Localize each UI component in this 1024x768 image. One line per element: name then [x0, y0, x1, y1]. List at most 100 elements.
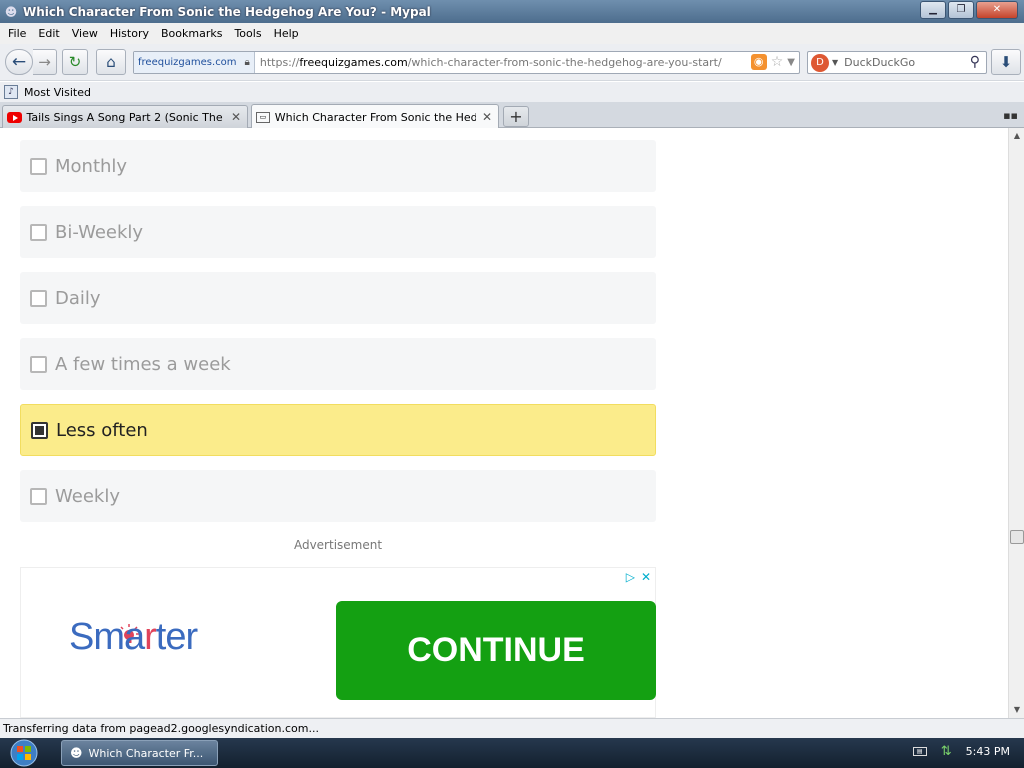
- bookmarks-toolbar: ♪ Most Visited: [0, 82, 1024, 102]
- clock[interactable]: 5:43 PM: [966, 745, 1010, 758]
- checkbox-checked-icon[interactable]: [31, 421, 48, 439]
- continue-button[interactable]: CONTINUE: [336, 601, 656, 700]
- option-label: Weekly: [55, 485, 120, 507]
- reload-icon: ↻: [68, 53, 82, 71]
- window-controls: ▁ ❐ ✕: [920, 1, 1018, 19]
- ad-choices-icon[interactable]: ▷: [626, 570, 635, 584]
- tab-tails-song[interactable]: Tails Sings A Song Part 2 (Sonic The He.…: [2, 105, 248, 128]
- close-tab-icon[interactable]: ✕: [231, 110, 241, 124]
- taskbar: ☻ Which Character Fr... ▤ ⇅ 5:43 PM: [0, 738, 1024, 768]
- checkbox-icon[interactable]: [30, 487, 47, 505]
- ad-logo-text: ter: [155, 616, 198, 658]
- site-identity-button[interactable]: freequizgames.com 🔒︎: [134, 52, 255, 73]
- back-arrow-icon: ←: [11, 52, 27, 72]
- close-button[interactable]: ✕: [976, 1, 1018, 19]
- network-icon[interactable]: ⇅: [941, 744, 952, 759]
- home-icon: ⌂: [106, 53, 116, 71]
- forward-arrow-icon: →: [38, 53, 51, 71]
- reload-button[interactable]: ↻: [62, 49, 88, 75]
- scroll-down-icon[interactable]: ▼: [1009, 702, 1024, 718]
- option-label: Monthly: [55, 155, 128, 177]
- checkbox-icon[interactable]: [30, 223, 47, 241]
- search-input[interactable]: DuckDuckGo: [844, 56, 915, 69]
- url-bar-icons: ◉ ☆ ▼: [750, 54, 795, 70]
- scrollbar-thumb[interactable]: [1010, 530, 1024, 544]
- title-bar: ☻ Which Character From Sonic the Hedgeho…: [0, 0, 1024, 23]
- option-label: Daily: [55, 287, 101, 309]
- option-label: A few times a week: [55, 353, 231, 375]
- navigation-toolbar: ← → ↻ ⌂ freequizgames.com 🔒︎ https://fre…: [0, 44, 1024, 81]
- ad-logo-text: r: [144, 616, 157, 658]
- forward-button[interactable]: →: [33, 49, 57, 75]
- back-button[interactable]: ←: [5, 49, 33, 75]
- close-tab-icon[interactable]: ✕: [482, 110, 492, 124]
- checkbox-icon[interactable]: [30, 157, 47, 175]
- search-bar[interactable]: D ▼ DuckDuckGo ⚲: [807, 51, 987, 74]
- raccoon-icon: ☻: [70, 746, 83, 760]
- menu-history[interactable]: History: [104, 27, 155, 40]
- url-scheme: https://: [259, 56, 300, 69]
- ad-logo: Smarter: [69, 616, 198, 659]
- url-history-dropdown-icon[interactable]: ▼: [787, 57, 795, 68]
- system-tray: ▤ ⇅ 5:43 PM: [912, 744, 1010, 759]
- menu-view[interactable]: View: [66, 27, 104, 40]
- advertisement-banner[interactable]: ▷ ✕ Smarter CONTINUE: [20, 567, 656, 718]
- url-text[interactable]: https://freequizgames.com/which-characte…: [255, 56, 725, 69]
- lock-icon: 🔒︎: [244, 57, 250, 68]
- downloads-button[interactable]: ⬇: [991, 49, 1021, 75]
- tab-label: Which Character From Sonic the Hedg...: [274, 110, 476, 124]
- maximize-button[interactable]: ❐: [948, 1, 974, 19]
- url-host: freequizgames.com: [299, 56, 408, 69]
- quiz-option-few-times-a-week[interactable]: A few times a week: [20, 338, 656, 390]
- taskbar-item-mypal[interactable]: ☻ Which Character Fr...: [61, 740, 218, 766]
- menu-edit[interactable]: Edit: [32, 27, 65, 40]
- taskbar-item-label: Which Character Fr...: [88, 746, 204, 760]
- tab-strip: Tails Sings A Song Part 2 (Sonic The He.…: [0, 102, 1024, 129]
- home-button[interactable]: ⌂: [96, 49, 126, 75]
- option-label: Bi-Weekly: [55, 221, 144, 243]
- checkbox-icon[interactable]: [30, 289, 47, 307]
- quiz-option-daily[interactable]: Daily: [20, 272, 656, 324]
- duckduckgo-icon[interactable]: D: [811, 53, 829, 72]
- minimize-button[interactable]: ▁: [920, 1, 946, 19]
- menu-bar: File Edit View History Bookmarks Tools H…: [0, 23, 1024, 44]
- page-icon: ▭: [256, 111, 270, 123]
- bookmark-star-icon[interactable]: ☆: [771, 54, 784, 70]
- status-bar: Transferring data from pagead2.googlesyn…: [0, 718, 1024, 738]
- search-icon[interactable]: ⚲: [970, 54, 980, 70]
- url-path: /which-character-from-sonic-the-hedgehog…: [407, 56, 722, 69]
- ad-choices[interactable]: ▷ ✕: [626, 570, 651, 584]
- option-label: Less often: [56, 419, 148, 441]
- youtube-icon: [7, 111, 23, 123]
- quiz-option-less-often[interactable]: Less often: [20, 404, 656, 456]
- scroll-up-icon[interactable]: ▲: [1009, 128, 1024, 144]
- site-identity-label: freequizgames.com: [138, 57, 237, 68]
- menu-help[interactable]: Help: [268, 27, 305, 40]
- url-bar[interactable]: freequizgames.com 🔒︎ https://freequizgam…: [133, 51, 800, 74]
- checkbox-icon[interactable]: [30, 355, 47, 373]
- window-title: Which Character From Sonic the Hedgehog …: [23, 4, 431, 19]
- download-arrow-icon: ⬇: [999, 53, 1013, 71]
- page-content: Monthly Bi-Weekly Daily A few times a we…: [0, 128, 1008, 718]
- tab-label: Tails Sings A Song Part 2 (Sonic The He.…: [26, 110, 224, 124]
- tab-sonic-quiz[interactable]: ▭ Which Character From Sonic the Hedg...…: [251, 104, 499, 129]
- quiz-option-monthly[interactable]: Monthly: [20, 140, 656, 192]
- menu-file[interactable]: File: [2, 27, 32, 40]
- new-tab-button[interactable]: +: [503, 106, 529, 127]
- tab-list-icon[interactable]: ▪▪: [1003, 109, 1018, 122]
- menu-bookmarks[interactable]: Bookmarks: [155, 27, 228, 40]
- advertisement-label: Advertisement: [293, 538, 383, 552]
- raccoon-icon: ☻: [4, 4, 18, 19]
- search-engine-dropdown-icon[interactable]: ▼: [832, 58, 838, 67]
- rss-feed-icon[interactable]: ◉: [750, 54, 767, 70]
- bookmark-most-visited[interactable]: Most Visited: [24, 86, 91, 99]
- start-button[interactable]: [6, 739, 42, 767]
- quiz-option-bi-weekly[interactable]: Bi-Weekly: [20, 206, 656, 258]
- vertical-scrollbar[interactable]: ▲ ▼: [1008, 128, 1024, 718]
- bookmark-folder-icon: ♪: [4, 85, 18, 99]
- quiz-option-weekly[interactable]: Weekly: [20, 470, 656, 522]
- ad-close-icon[interactable]: ✕: [641, 570, 651, 584]
- plus-icon: +: [509, 107, 523, 126]
- keyboard-icon[interactable]: ▤: [912, 747, 927, 756]
- menu-tools[interactable]: Tools: [228, 27, 267, 40]
